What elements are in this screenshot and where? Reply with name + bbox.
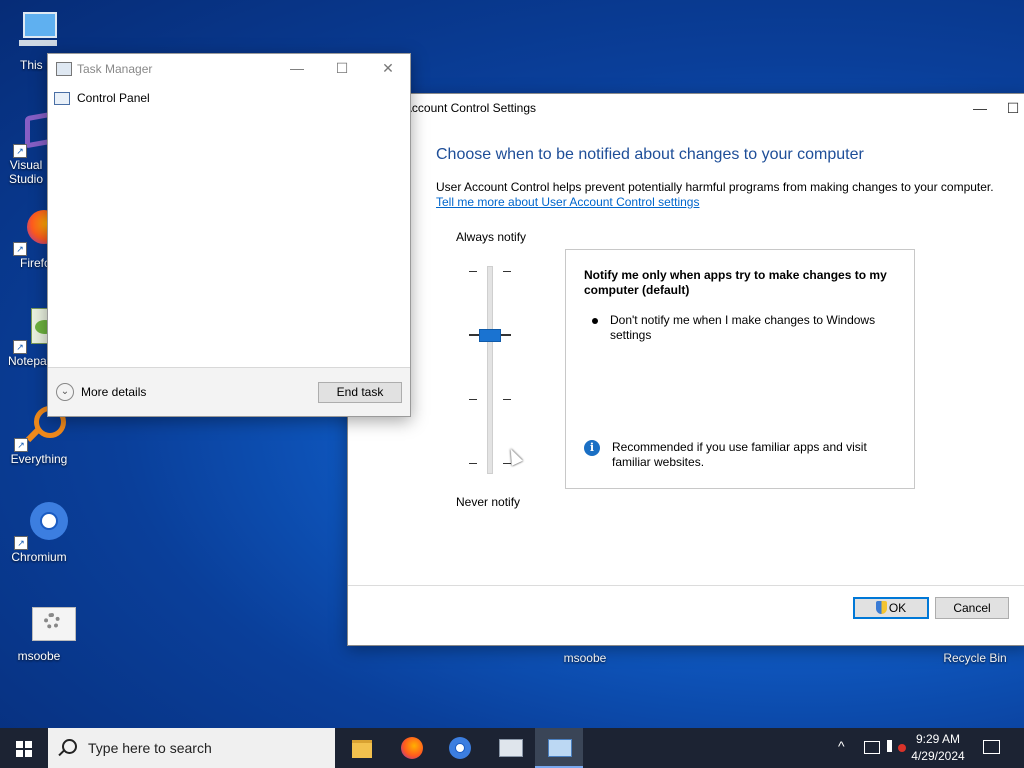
msoobe-icon: [16, 601, 76, 647]
desktop-icon-msoobe-2[interactable]: msoobe: [547, 648, 623, 665]
desktop-icon-label: msoobe: [563, 651, 607, 665]
search-icon: [62, 739, 77, 754]
shortcut-arrow-icon: ↗: [13, 144, 27, 158]
desktop-icon-label: Visual Studio 2019: [8, 158, 44, 188]
windows-logo-icon: [16, 741, 32, 757]
task-list-item-label: Control Panel: [77, 91, 150, 105]
uac-shield-icon: [875, 601, 887, 614]
slider-tick: [469, 271, 477, 272]
taskbar-control-panel[interactable]: [535, 728, 583, 768]
desktop-icon-recycle-bin[interactable]: Recycle Bin: [937, 648, 1013, 665]
taskbar-firefox[interactable]: [388, 728, 436, 768]
uac-heading: Choose when to be notified about changes…: [436, 146, 864, 163]
cancel-button[interactable]: Cancel: [935, 597, 1009, 619]
uac-description: User Account Control helps prevent poten…: [436, 180, 994, 194]
search-placeholder: Type here to search: [88, 740, 212, 756]
taskbar-search-box[interactable]: Type here to search: [48, 728, 335, 768]
system-settings-icon: [499, 739, 523, 757]
bullet-icon: [592, 318, 598, 324]
slider-tick: [469, 399, 477, 400]
taskbar: Type here to search ^ 9:29 AM 4/29/2024: [0, 728, 1024, 768]
chevron-down-icon[interactable]: ⌄: [56, 383, 74, 401]
show-hidden-icons-button[interactable]: ^: [838, 738, 845, 754]
task-manager-window: Task Manager — ☐ ✕ Control Panel ⌄ More …: [47, 53, 411, 417]
start-button[interactable]: [0, 728, 48, 768]
this-pc-icon: [15, 10, 61, 56]
slider-tick: [469, 463, 477, 464]
desktop-icon-chromium[interactable]: ↗ Chromium: [1, 502, 77, 564]
slider-top-label: Always notify: [456, 230, 527, 244]
desktop-icon-msoobe[interactable]: msoobe: [1, 601, 77, 663]
chromium-icon: ↗: [14, 502, 68, 550]
slider-tick: [503, 399, 511, 400]
control-panel-icon: [54, 92, 70, 105]
uac-settings-window: User Account Control Settings — ☐ Choose…: [347, 93, 1024, 646]
firefox-icon: [401, 737, 423, 759]
end-task-button[interactable]: End task: [318, 382, 402, 403]
volume-muted-icon[interactable]: [887, 740, 906, 752]
desktop-icon-label: Recycle Bin: [943, 651, 1007, 665]
ok-button[interactable]: OK: [853, 597, 929, 619]
uac-minimize-button[interactable]: —: [960, 97, 1000, 119]
clock-date[interactable]: 4/29/2024: [906, 749, 970, 763]
slider-track[interactable]: [487, 266, 493, 474]
shortcut-arrow-icon: ↗: [14, 536, 28, 550]
control-panel-icon: [548, 739, 572, 757]
uac-level-description-panel: Notify me only when apps try to make cha…: [565, 249, 915, 489]
chromium-icon: [449, 737, 471, 759]
shortcut-arrow-icon: ↗: [13, 242, 27, 256]
info-icon: i: [584, 440, 600, 456]
footer-divider: [348, 585, 1024, 586]
tm-maximize-button[interactable]: ☐: [322, 57, 362, 79]
more-details-label[interactable]: More details: [81, 385, 146, 399]
uac-learn-more-link[interactable]: Tell me more about User Account Control …: [436, 195, 699, 209]
desktop-icon-label: msoobe: [17, 649, 61, 663]
file-explorer-icon: [352, 740, 372, 758]
desktop-icon-label: Notepad++: [8, 354, 48, 368]
desktop-icon-label: Chromium: [11, 550, 67, 564]
network-icon[interactable]: [864, 741, 880, 754]
desktop-icon-label: Firefox: [20, 256, 50, 270]
panel-info-text: Recommended if you use familiar apps and…: [612, 440, 867, 469]
slider-thumb[interactable]: [479, 329, 501, 342]
ok-button-label: OK: [888, 601, 907, 615]
uac-maximize-button[interactable]: ☐: [1000, 97, 1024, 119]
panel-bullet-text: Don't notify me when I make changes to W…: [610, 313, 876, 342]
panel-title: Notify me only when apps try to make cha…: [584, 268, 887, 297]
tm-close-button[interactable]: ✕: [368, 57, 408, 79]
task-manager-title: Task Manager: [77, 62, 153, 76]
taskbar-chromium[interactable]: [436, 728, 484, 768]
desktop-icon-label: Everything: [10, 452, 68, 466]
shortcut-arrow-icon: ↗: [14, 438, 28, 452]
task-manager-titlebar[interactable]: Task Manager — ☐ ✕: [48, 54, 410, 84]
slider-bottom-label: Never notify: [456, 495, 521, 509]
task-manager-icon: [56, 62, 72, 76]
shortcut-arrow-icon: ↗: [13, 340, 27, 354]
task-manager-footer: ⌄ More details End task: [48, 367, 410, 416]
taskbar-system-settings[interactable]: [486, 728, 534, 768]
clock-time[interactable]: 9:29 AM: [906, 732, 970, 746]
taskbar-file-explorer[interactable]: [338, 728, 386, 768]
uac-titlebar[interactable]: User Account Control Settings — ☐: [348, 94, 1024, 122]
tm-minimize-button[interactable]: —: [277, 57, 317, 79]
slider-tick: [503, 271, 511, 272]
notification-center-icon[interactable]: [983, 740, 1000, 754]
